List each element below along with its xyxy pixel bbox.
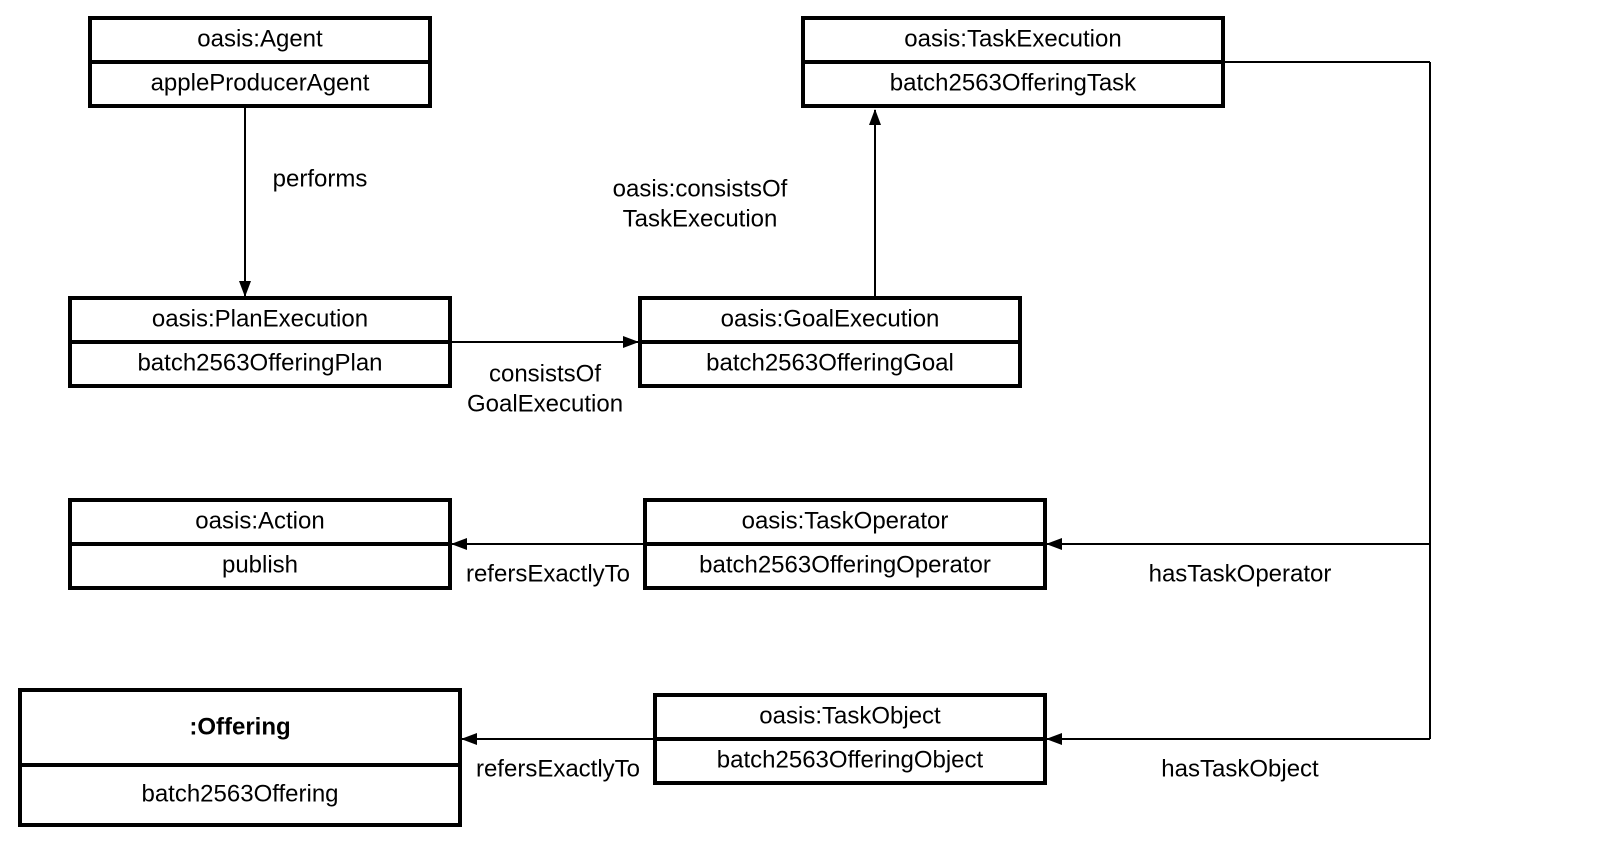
node-action: oasis:Action publish bbox=[70, 500, 450, 588]
edge-consists-of-task: oasis:consistsOf TaskExecution bbox=[613, 110, 875, 296]
edge-has-task-object: hasTaskObject bbox=[1047, 739, 1430, 782]
edge-consists-of-goal: consistsOf GoalExecution bbox=[452, 342, 638, 417]
node-plan-execution-value: batch2563OfferingPlan bbox=[137, 349, 382, 376]
edge-consists-of-task-label1: oasis:consistsOf bbox=[613, 175, 788, 202]
node-action-header: oasis:Action bbox=[195, 507, 324, 534]
node-goal-execution-value: batch2563OfferingGoal bbox=[706, 349, 954, 376]
edge-refers-exactly-to-action-label: refersExactlyTo bbox=[466, 560, 630, 587]
node-goal-execution: oasis:GoalExecution batch2563OfferingGoa… bbox=[640, 298, 1020, 386]
node-task-execution: oasis:TaskExecution batch2563OfferingTas… bbox=[803, 18, 1223, 106]
node-agent-value: appleProducerAgent bbox=[151, 69, 370, 96]
node-offering: :Offering batch2563Offering bbox=[20, 690, 460, 825]
node-plan-execution: oasis:PlanExecution batch2563OfferingPla… bbox=[70, 298, 450, 386]
node-agent: oasis:Agent appleProducerAgent bbox=[90, 18, 430, 106]
edge-refers-exactly-to-offering-label: refersExactlyTo bbox=[476, 755, 640, 782]
edge-has-task-operator-label: hasTaskOperator bbox=[1149, 560, 1332, 587]
edge-performs-label: performs bbox=[273, 165, 368, 192]
ontology-diagram: oasis:Agent appleProducerAgent oasis:Tas… bbox=[0, 0, 1597, 855]
node-offering-value: batch2563Offering bbox=[141, 780, 338, 807]
node-task-object-value: batch2563OfferingObject bbox=[717, 746, 984, 773]
node-task-object: oasis:TaskObject batch2563OfferingObject bbox=[655, 695, 1045, 783]
edge-consists-of-goal-label2: GoalExecution bbox=[467, 390, 623, 417]
node-task-operator-header: oasis:TaskOperator bbox=[742, 507, 949, 534]
node-offering-header: :Offering bbox=[189, 713, 290, 740]
edge-consists-of-goal-label1: consistsOf bbox=[489, 360, 601, 387]
edge-has-task-operator: hasTaskOperator bbox=[1047, 544, 1430, 587]
node-task-execution-header: oasis:TaskExecution bbox=[904, 25, 1121, 52]
node-task-object-header: oasis:TaskObject bbox=[759, 702, 941, 729]
node-task-operator-value: batch2563OfferingOperator bbox=[699, 551, 991, 578]
node-agent-header: oasis:Agent bbox=[197, 25, 323, 52]
node-action-value: publish bbox=[222, 551, 298, 578]
edge-performs: performs bbox=[245, 108, 367, 296]
node-goal-execution-header: oasis:GoalExecution bbox=[721, 305, 940, 332]
node-task-execution-value: batch2563OfferingTask bbox=[890, 69, 1137, 96]
edge-refers-exactly-to-action: refersExactlyTo bbox=[452, 544, 643, 587]
edge-refers-exactly-to-offering: refersExactlyTo bbox=[462, 739, 653, 782]
node-task-operator: oasis:TaskOperator batch2563OfferingOper… bbox=[645, 500, 1045, 588]
node-plan-execution-header: oasis:PlanExecution bbox=[152, 305, 368, 332]
edge-consists-of-task-label2: TaskExecution bbox=[623, 205, 778, 232]
edge-has-task-object-label: hasTaskObject bbox=[1161, 755, 1319, 782]
